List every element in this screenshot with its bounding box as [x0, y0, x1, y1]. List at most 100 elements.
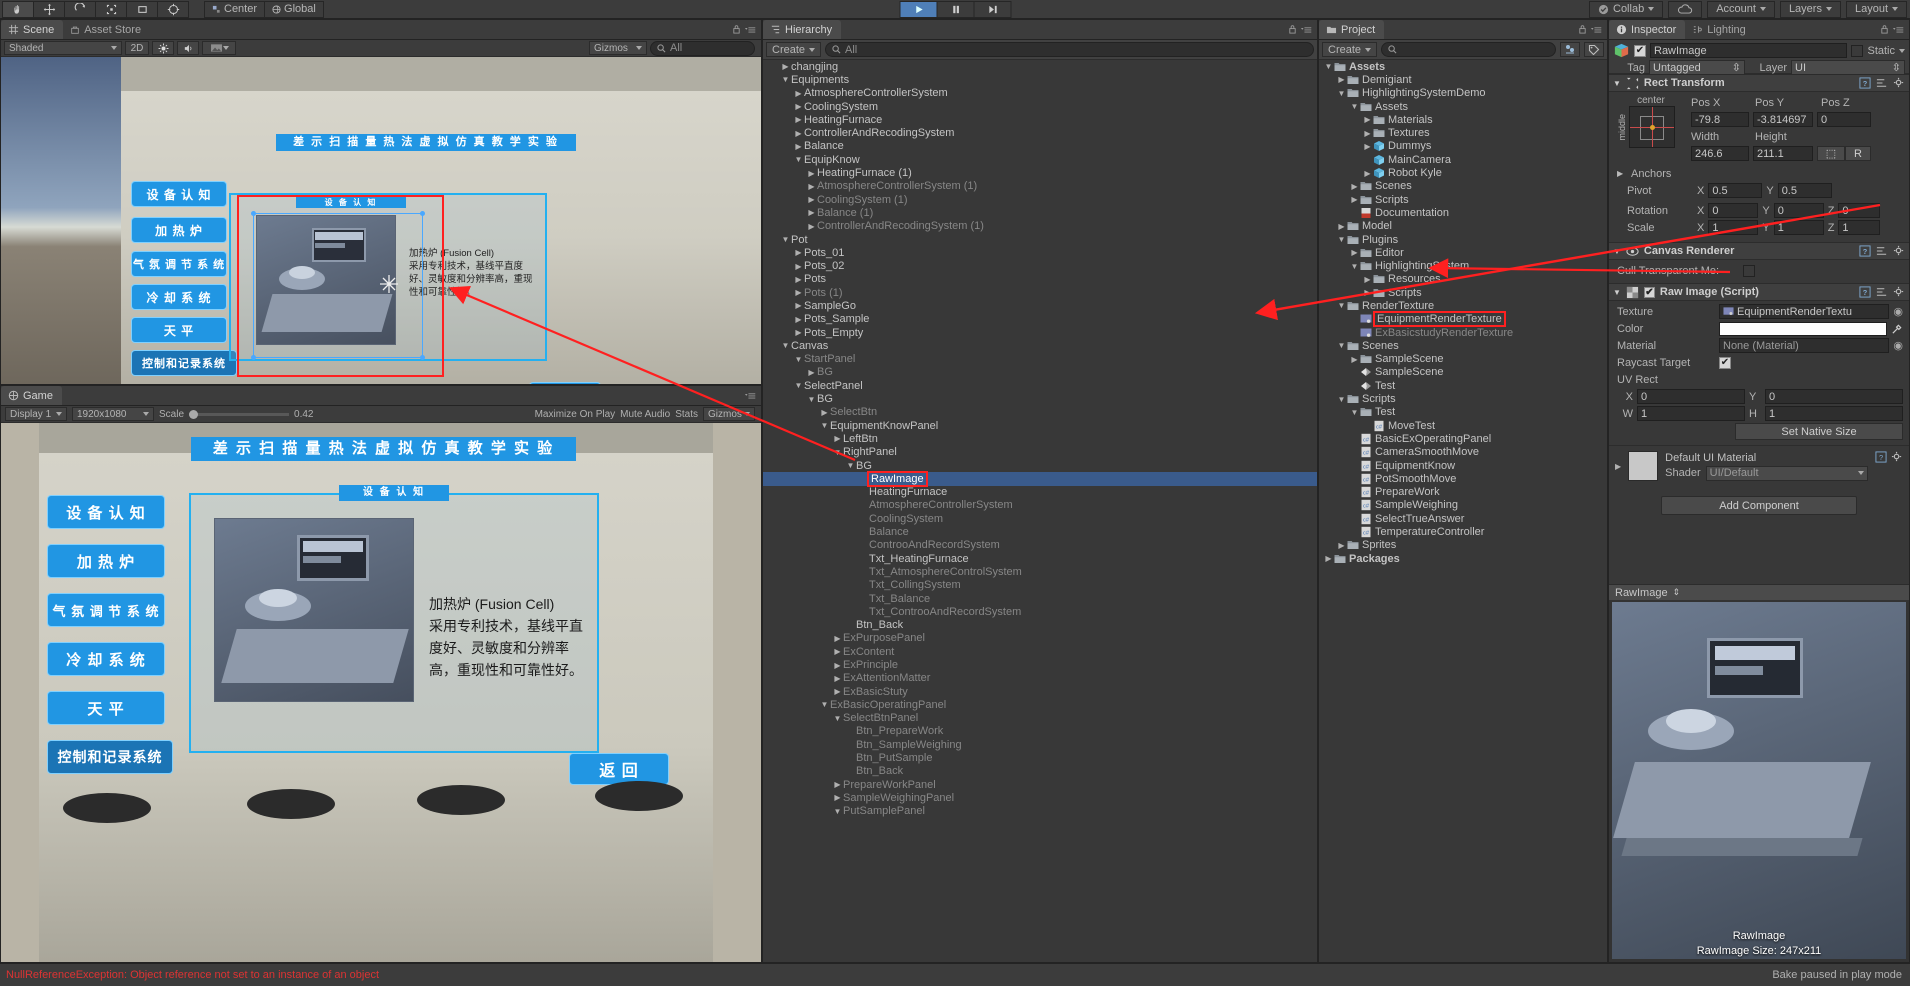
preset-icon[interactable]	[1876, 245, 1888, 257]
hierarchy-tree-row[interactable]: ▶ ExBasicStuty	[763, 685, 1317, 698]
stats-toggle[interactable]: Stats	[675, 409, 698, 420]
status-error-message[interactable]: NullReferenceException: Object reference…	[6, 969, 379, 981]
pos-z-field[interactable]: 0	[1817, 112, 1871, 127]
scale-x-field[interactable]: 1	[1708, 220, 1759, 235]
mute-audio-toggle[interactable]: Mute Audio	[620, 409, 670, 420]
tab-project[interactable]: Project	[1319, 20, 1385, 39]
hierarchy-tree-row[interactable]: ▼ EquipmentKnowPanel	[763, 419, 1317, 432]
cull-transparent-checkbox[interactable]	[1743, 264, 1755, 277]
chevron-right-icon[interactable]: ▶	[1362, 129, 1373, 138]
hierarchy-tree-row[interactable]: Txt_ControoAndRecordSystem	[763, 605, 1317, 618]
set-native-size-button[interactable]: Set Native Size	[1735, 423, 1903, 440]
project-tree-row[interactable]: c# PrepareWork	[1319, 486, 1607, 499]
hierarchy-tree-row[interactable]: Txt_HeatingFurnace	[763, 552, 1317, 565]
anchors-foldout[interactable]: ▶ Anchors	[1617, 166, 1903, 181]
chevron-down-icon[interactable]: ▼	[1323, 62, 1334, 71]
project-tree-row[interactable]: c# MoveTest	[1319, 419, 1607, 432]
maximize-on-play-toggle[interactable]: Maximize On Play	[535, 409, 616, 420]
project-tree-row[interactable]: c# TemperatureController	[1319, 525, 1607, 538]
chevron-down-icon[interactable]: ▼	[1336, 89, 1347, 98]
raw-edit-mode-button[interactable]: R	[1845, 146, 1871, 161]
preview-resize-icon[interactable]: ⇕	[1673, 587, 1681, 598]
chevron-right-icon[interactable]: ▶	[780, 62, 791, 71]
hierarchy-tree-row[interactable]: ▶ Pots_Empty	[763, 326, 1317, 339]
chevron-down-icon[interactable]: ▼	[1336, 301, 1347, 310]
collab-button[interactable]: Collab	[1589, 0, 1664, 18]
tab-hierarchy[interactable]: Hierarchy	[763, 20, 842, 39]
hierarchy-tree-row[interactable]: AtmosphereControllerSystem	[763, 499, 1317, 512]
rot-x-field[interactable]: 0	[1708, 203, 1759, 218]
chevron-right-icon[interactable]: ▶	[832, 634, 843, 643]
scene-sim-button-3[interactable]: 冷 却 系 统	[131, 284, 227, 310]
chevron-right-icon[interactable]: ▶	[1323, 554, 1334, 563]
hierarchy-tree-row[interactable]: ▼ Equipments	[763, 73, 1317, 86]
scene-sim-button-0[interactable]: 设 备 认 知	[131, 181, 227, 207]
tag-dropdown[interactable]: Untagged ⇳	[1649, 60, 1745, 75]
hierarchy-tree-row[interactable]: Btn_PrepareWork	[763, 725, 1317, 738]
hierarchy-tree-row[interactable]: ▶ ControllerAndRecodingSystem	[763, 126, 1317, 139]
object-active-checkbox[interactable]: ✔	[1634, 44, 1646, 57]
filter-by-type-button[interactable]	[1560, 42, 1580, 57]
chevron-right-icon[interactable]: ▶	[806, 222, 817, 231]
project-tree-row[interactable]: c# PotSmoothMove	[1319, 472, 1607, 485]
chevron-right-icon[interactable]: ▶	[1349, 182, 1360, 191]
uv-w-field[interactable]: 1	[1637, 406, 1745, 421]
project-tree-row[interactable]: ▶ Scenes	[1319, 180, 1607, 193]
cloud-button[interactable]	[1668, 0, 1703, 18]
project-tree-row[interactable]: ▶ Demigiant	[1319, 73, 1607, 86]
uv-h-field[interactable]: 1	[1765, 406, 1903, 421]
foldout-arrow-icon[interactable]: ▼	[1613, 288, 1621, 297]
pivot-handle-icon[interactable]	[377, 272, 401, 296]
hierarchy-tree-row[interactable]: ▼ RightPanel	[763, 446, 1317, 459]
hierarchy-tree-row[interactable]: ▼ SelectBtnPanel	[763, 712, 1317, 725]
pivot-x-field[interactable]: 0.5	[1708, 183, 1763, 198]
project-tree-row[interactable]: EquipmentRenderTexture	[1319, 311, 1607, 328]
hierarchy-tree-row[interactable]: ▶ SampleWeighingPanel	[763, 791, 1317, 804]
hierarchy-tree-row[interactable]: Btn_PutSample	[763, 751, 1317, 764]
hierarchy-tree-row[interactable]: ▶ Pots_Sample	[763, 313, 1317, 326]
hierarchy-tree-row[interactable]: ControoAndRecordSystem	[763, 539, 1317, 552]
account-button[interactable]: Account	[1707, 0, 1775, 18]
space-mode-button[interactable]: Global	[264, 0, 324, 18]
hierarchy-tree-row[interactable]: ▼ BG	[763, 392, 1317, 405]
project-tree-row[interactable]: ▶ Scripts	[1319, 193, 1607, 206]
hierarchy-tree-row[interactable]: ▶ HeatingFurnace (1)	[763, 166, 1317, 179]
rotate-tool-button[interactable]	[64, 0, 96, 18]
chevron-down-icon[interactable]: ▼	[806, 395, 817, 404]
chevron-right-icon[interactable]: ▶	[832, 780, 843, 789]
chevron-down-icon[interactable]: ▼	[1336, 341, 1347, 350]
chevron-down-icon[interactable]: ▼	[780, 235, 791, 244]
raw-image-enabled-checkbox[interactable]: ✔	[1643, 286, 1655, 298]
project-tree-row[interactable]: ▶ Sprites	[1319, 539, 1607, 552]
hierarchy-tree-row[interactable]: Btn_SampleWeighing	[763, 738, 1317, 751]
transform-tool-button[interactable]	[157, 0, 189, 18]
project-tree-row[interactable]: ▶ SampleScene	[1319, 353, 1607, 366]
hierarchy-create-button[interactable]: Create	[766, 42, 822, 57]
project-tree-row[interactable]: ▶ Textures	[1319, 126, 1607, 139]
chevron-right-icon[interactable]: ▶	[832, 647, 843, 656]
chevron-right-icon[interactable]: ▶	[793, 115, 804, 124]
chevron-right-icon[interactable]: ▶	[806, 368, 817, 377]
texture-object-field[interactable]: EquipmentRenderTextu	[1719, 304, 1890, 319]
hierarchy-tree-row[interactable]: ▶ BG	[763, 366, 1317, 379]
project-tree-row[interactable]: ▼ HighlightingSystemDemo	[1319, 87, 1607, 100]
chevron-down-icon[interactable]: ▼	[780, 75, 791, 84]
project-tree-row[interactable]: ▼ HighlightingSystem	[1319, 259, 1607, 272]
add-component-button[interactable]: Add Component	[1661, 496, 1857, 515]
project-tree-row[interactable]: ▼ Scenes	[1319, 339, 1607, 352]
hierarchy-tree-row[interactable]: ▶ Pots_02	[763, 259, 1317, 272]
chevron-right-icon[interactable]: ▶	[793, 262, 804, 271]
rect-tool-button[interactable]	[126, 0, 158, 18]
scene-search-input[interactable]: All	[650, 40, 755, 56]
project-tree-row[interactable]: ▼ RenderTexture	[1319, 299, 1607, 312]
hierarchy-tree-row[interactable]: ▶ HeatingFurnace	[763, 113, 1317, 126]
hierarchy-tree-row[interactable]: ▶ AtmosphereControllerSystem (1)	[763, 180, 1317, 193]
game-sim-button-5[interactable]: 控制和记录系统	[47, 740, 173, 774]
color-swatch-field[interactable]	[1719, 321, 1887, 336]
chevron-right-icon[interactable]: ▶	[1362, 169, 1373, 178]
chevron-right-icon[interactable]: ▶	[793, 315, 804, 324]
hierarchy-tree-row[interactable]: ▼ Pot	[763, 233, 1317, 246]
chevron-down-icon[interactable]: ▼	[845, 461, 856, 470]
game-viewport[interactable]: 差 示 扫 描 量 热 法 虚 拟 仿 真 教 学 实 验 设 备 认 知 加 …	[1, 423, 761, 962]
layer-dropdown[interactable]: UI ⇳	[1791, 60, 1905, 75]
